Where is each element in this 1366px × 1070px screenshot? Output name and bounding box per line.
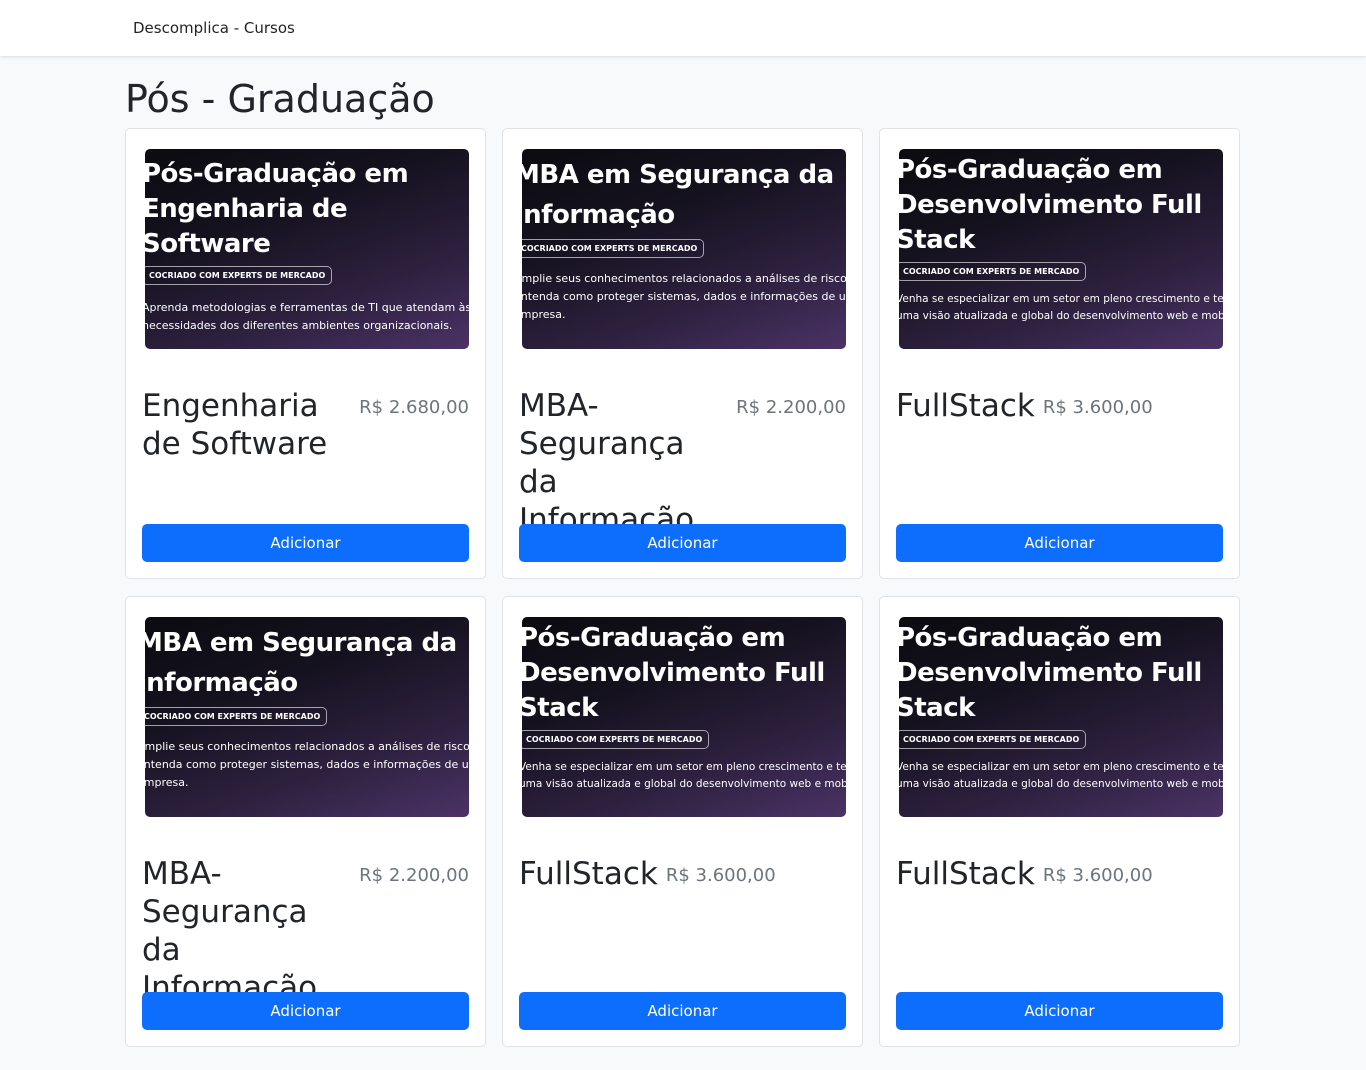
course-banner-image: MBA em Segurança da Informação COCRIADO … <box>145 617 469 817</box>
banner-desc-line: necessidades dos diferentes ambientes or… <box>145 319 453 332</box>
course-banner-image: MBA em Segurança da Informação COCRIADO … <box>522 149 846 349</box>
course-name: FullStack <box>519 856 658 892</box>
banner-title-line: Desenvolvimento Full <box>899 658 1202 688</box>
course-grid: Pós-Graduação em Engenharia de Software … <box>125 128 1241 1047</box>
course-card: Pós-Graduação em Desenvolvimento Full St… <box>879 596 1240 1047</box>
course-name: Engenharia de Software <box>142 388 328 462</box>
banner-title: Pós-Graduação em Engenharia de Software <box>145 157 469 262</box>
banner-title-line: Informação <box>522 200 675 230</box>
course-card: MBA em Segurança da Informação COCRIADO … <box>125 596 486 1047</box>
card-body: MBA- Segurança da Informação R$ 2.200,00 <box>519 387 846 539</box>
banner-title: Pós-Graduação em Desenvolvimento Full St… <box>899 621 1223 726</box>
banner-title-line: Pós-Graduação em <box>522 623 786 653</box>
add-button[interactable]: Adicionar <box>142 992 469 1030</box>
banner-title-line: Stack <box>522 693 598 723</box>
banner-badge: COCRIADO COM EXPERTS DE MERCADO <box>899 262 1087 281</box>
course-name: FullStack <box>896 856 1035 892</box>
banner-desc-line: Amplie seus conhecimentos relacionados a… <box>522 272 846 285</box>
banner-desc-line: Venha se especializar em um setor em ple… <box>522 761 846 773</box>
course-banner-image: Pós-Graduação em Desenvolvimento Full St… <box>899 617 1223 817</box>
banner-badge: COCRIADO COM EXPERTS DE MERCADO <box>522 239 705 258</box>
course-banner-image: Pós-Graduação em Desenvolvimento Full St… <box>899 149 1223 349</box>
navbar-brand[interactable]: Descomplica - Cursos <box>133 19 295 37</box>
banner-title-line: Pós-Graduação em <box>899 155 1163 185</box>
course-banner-image: Pós-Graduação em Engenharia de Software … <box>145 149 469 349</box>
banner-badge: COCRIADO COM EXPERTS DE MERCADO <box>145 707 328 726</box>
banner-desc-line: empresa. <box>522 308 566 321</box>
banner-title-line: Desenvolvimento Full <box>899 190 1202 220</box>
banner-desc-line: uma visão atualizada e global do desenvo… <box>522 778 846 790</box>
banner-description: Amplie seus conhecimentos relacionados a… <box>522 270 846 324</box>
card-body: MBA- Segurança da Informação R$ 2.200,00 <box>142 855 469 1007</box>
add-button[interactable]: Adicionar <box>519 524 846 562</box>
page-title: Pós - Graduação <box>125 77 435 121</box>
course-price: R$ 2.680,00 <box>359 397 469 418</box>
main-content: Pós - Graduação Pós-Graduação em Engenha… <box>125 76 1241 1047</box>
add-button[interactable]: Adicionar <box>519 992 846 1030</box>
add-button[interactable]: Adicionar <box>896 524 1223 562</box>
course-price: R$ 3.600,00 <box>1042 397 1153 418</box>
card-body: Engenharia de Software R$ 2.680,00 <box>142 387 469 463</box>
banner-badge: COCRIADO COM EXPERTS DE MERCADO <box>522 730 710 749</box>
course-card: Pós-Graduação em Desenvolvimento Full St… <box>502 596 863 1047</box>
banner-badge: COCRIADO COM EXPERTS DE MERCADO <box>899 730 1087 749</box>
banner-desc-line: Venha se especializar em um setor em ple… <box>899 293 1223 305</box>
banner-desc-line: empresa. <box>145 776 189 789</box>
banner-title-line: Stack <box>899 225 975 255</box>
banner-desc-line: entenda como proteger sistemas, dados e … <box>145 758 469 771</box>
banner-title: Pós-Graduação em Desenvolvimento Full St… <box>899 153 1223 258</box>
banner-desc-line: uma visão atualizada e global do desenvo… <box>899 778 1223 790</box>
banner-title: MBA em Segurança da Informação <box>145 623 469 703</box>
banner-desc-line: entenda como proteger sistemas, dados e … <box>522 290 846 303</box>
banner-title-line: Stack <box>899 693 975 723</box>
banner-title-line: Desenvolvimento Full <box>522 658 825 688</box>
banner-title-line: Software <box>145 229 271 259</box>
banner-description: Aprenda metodologias e ferramentas de TI… <box>145 299 469 335</box>
course-card: Pós-Graduação em Desenvolvimento Full St… <box>879 128 1240 579</box>
course-name: FullStack <box>896 388 1035 424</box>
course-price: R$ 3.600,00 <box>1042 865 1153 886</box>
banner-desc-line: Venha se especializar em um setor em ple… <box>899 761 1223 773</box>
banner-title: MBA em Segurança da Informação <box>522 155 846 235</box>
banner-description: Amplie seus conhecimentos relacionados a… <box>145 738 469 792</box>
card-body: FullStack R$ 3.600,00 <box>896 387 1223 425</box>
banner-badge: COCRIADO COM EXPERTS DE MERCADO <box>145 266 333 285</box>
banner-title-line: Pós-Graduação em <box>899 623 1163 653</box>
card-body: FullStack R$ 3.600,00 <box>896 855 1223 893</box>
banner-description: Venha se especializar em um setor em ple… <box>522 759 846 793</box>
banner-title-line: MBA em Segurança da <box>522 160 834 190</box>
banner-desc-line: Amplie seus conhecimentos relacionados a… <box>145 740 469 753</box>
add-button[interactable]: Adicionar <box>142 524 469 562</box>
course-price: R$ 2.200,00 <box>736 397 846 418</box>
banner-title-line: MBA em Segurança da <box>145 628 457 658</box>
course-card: MBA em Segurança da Informação COCRIADO … <box>502 128 863 579</box>
banner-description: Venha se especializar em um setor em ple… <box>899 291 1223 325</box>
course-price: R$ 2.200,00 <box>359 865 469 886</box>
add-button[interactable]: Adicionar <box>896 992 1223 1030</box>
course-name: MBA- Segurança da Informação <box>142 856 318 1006</box>
banner-title-line: Pós-Graduação em <box>145 159 409 189</box>
banner-desc-line: Aprenda metodologias e ferramentas de TI… <box>145 301 469 314</box>
card-body: FullStack R$ 3.600,00 <box>519 855 846 893</box>
course-price: R$ 3.600,00 <box>665 865 776 886</box>
banner-title-line: Engenharia de <box>145 194 348 224</box>
banner-desc-line: uma visão atualizada e global do desenvo… <box>899 310 1223 322</box>
banner-title: Pós-Graduação em Desenvolvimento Full St… <box>522 621 846 726</box>
banner-title-line: Informação <box>145 668 298 698</box>
navbar: Descomplica - Cursos <box>0 0 1366 56</box>
course-banner-image: Pós-Graduação em Desenvolvimento Full St… <box>522 617 846 817</box>
course-card: Pós-Graduação em Engenharia de Software … <box>125 128 486 579</box>
banner-description: Venha se especializar em um setor em ple… <box>899 759 1223 793</box>
course-name: MBA- Segurança da Informação <box>519 388 695 538</box>
